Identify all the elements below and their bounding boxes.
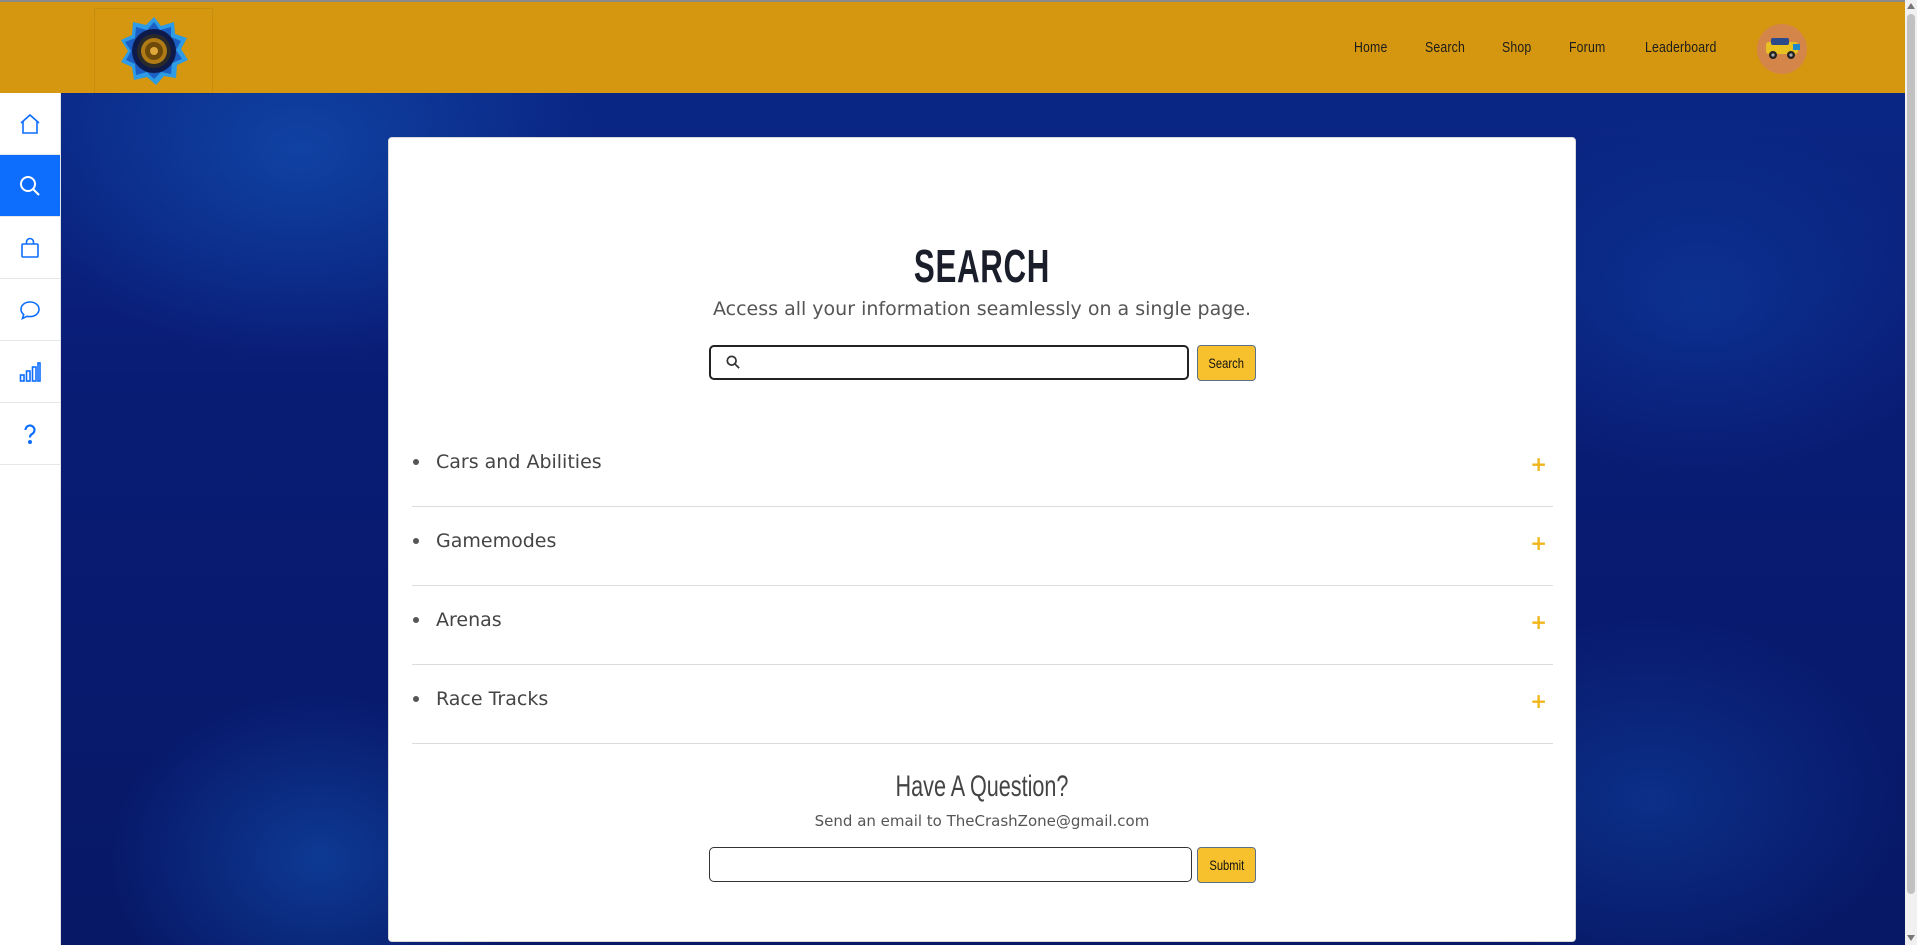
expand-plus-icon[interactable]: + — [1530, 531, 1547, 555]
accordion-item-gamemodes[interactable]: Gamemodes + — [412, 507, 1553, 586]
site-logo[interactable] — [94, 8, 213, 94]
sidebar-item-help[interactable] — [0, 403, 60, 465]
nav-forum[interactable]: Forum — [1569, 39, 1605, 56]
search-icon — [726, 355, 740, 369]
question-input[interactable] — [709, 847, 1192, 882]
nav-shop[interactable]: Shop — [1502, 39, 1531, 56]
accordion-label: Cars and Abilities — [436, 451, 602, 473]
expand-plus-icon[interactable]: + — [1530, 610, 1547, 634]
accordion-label: Race Tracks — [436, 688, 549, 710]
spiral-logo-icon — [120, 17, 188, 85]
bar-chart-icon — [19, 361, 41, 382]
car-avatar-icon — [1766, 38, 1800, 59]
avatar[interactable] — [1757, 24, 1807, 74]
search-field[interactable] — [709, 345, 1189, 380]
nav-home[interactable]: Home — [1354, 39, 1387, 56]
search-button[interactable]: Search — [1197, 345, 1256, 381]
question-heading: Have A Question? — [895, 770, 1069, 803]
submit-button[interactable]: Submit — [1197, 847, 1256, 883]
bullet — [413, 696, 419, 702]
sidebar — [0, 93, 61, 945]
sidebar-item-shop[interactable] — [0, 217, 60, 279]
sidebar-item-search[interactable] — [0, 155, 60, 217]
question-icon — [24, 423, 36, 444]
category-accordion: Cars and Abilities + Gamemodes + Arenas … — [412, 428, 1553, 744]
sidebar-item-leaderboard[interactable] — [0, 341, 60, 403]
search-input[interactable] — [751, 349, 1175, 378]
search-card: SEARCH Access all your information seaml… — [388, 137, 1576, 942]
home-icon — [20, 113, 40, 134]
contact-email-note: Send an email to TheCrashZone@gmail.com — [814, 812, 1150, 830]
accordion-item-arenas[interactable]: Arenas + — [412, 586, 1553, 665]
sidebar-item-home[interactable] — [0, 93, 60, 155]
scroll-thumb[interactable] — [1907, 14, 1915, 894]
expand-plus-icon[interactable]: + — [1530, 689, 1547, 713]
nav-leaderboard[interactable]: Leaderboard — [1645, 39, 1717, 56]
bullet — [413, 459, 419, 465]
page-title: SEARCH — [913, 240, 1051, 292]
chat-bubble-icon — [20, 300, 40, 320]
expand-plus-icon[interactable]: + — [1530, 452, 1547, 476]
scroll-down-arrow-icon[interactable] — [1907, 935, 1915, 941]
top-navbar: Home Search Shop Forum Leaderboard — [0, 0, 1905, 94]
nav-search[interactable]: Search — [1425, 39, 1465, 56]
accordion-label: Gamemodes — [436, 530, 557, 552]
sidebar-item-forum[interactable] — [0, 279, 60, 341]
accordion-item-cars[interactable]: Cars and Abilities + — [412, 428, 1553, 507]
accordion-label: Arenas — [436, 609, 502, 631]
shopping-bag-icon — [21, 237, 39, 258]
scroll-up-arrow-icon[interactable] — [1907, 3, 1915, 9]
bullet — [413, 538, 419, 544]
bullet — [413, 617, 419, 623]
page-subtitle: Access all your information seamlessly o… — [712, 298, 1252, 320]
search-icon — [20, 175, 40, 196]
accordion-item-race-tracks[interactable]: Race Tracks + — [412, 665, 1553, 744]
page-scrollbar[interactable] — [1905, 0, 1917, 945]
